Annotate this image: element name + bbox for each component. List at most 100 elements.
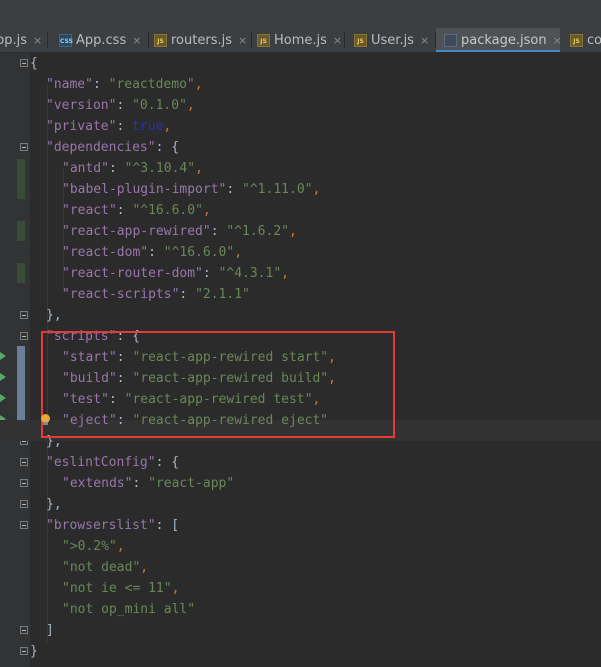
fold-icon[interactable]: [20, 479, 28, 487]
json-string: ">0.2%": [62, 539, 117, 554]
code-line: "name": "reactdemo",: [46, 74, 203, 95]
code-line: "react-dom": "^16.6.0",: [62, 242, 242, 263]
colon: :: [148, 245, 164, 260]
tab-separator: [344, 32, 345, 48]
fold-icon[interactable]: [20, 59, 28, 67]
tab-app-css[interactable]: CSS App.css ×: [55, 28, 149, 52]
json-key: "name": [46, 77, 93, 92]
run-script-icon[interactable]: [0, 394, 6, 402]
annotation-highlight-box: [41, 331, 395, 438]
json-key: "react-router-dom": [62, 266, 203, 281]
close-icon[interactable]: ×: [420, 34, 429, 47]
tab-app-js[interactable]: pp.js ×: [0, 28, 48, 52]
json-key: "eslintConfig": [46, 455, 156, 470]
bracket: [: [171, 518, 180, 533]
run-script-icon[interactable]: [0, 352, 6, 360]
tab-user-js[interactable]: JS User.js ×: [350, 28, 436, 52]
json-key: "babel-plugin-import": [62, 182, 227, 197]
code-line: "react-router-dom": "^4.3.1",: [62, 263, 289, 284]
colon: :: [202, 266, 219, 281]
brace: {: [171, 455, 180, 470]
code-line: "not dead",: [62, 557, 148, 578]
json-string: "^16.6.0": [132, 203, 203, 218]
tab-label: co: [587, 32, 601, 48]
json-string: "0.1.0": [132, 98, 187, 113]
code-line: "version": "0.1.0",: [46, 95, 195, 116]
comma: ,: [140, 560, 149, 575]
colon: :: [155, 518, 172, 533]
tab-package-json[interactable]: package.json ×: [436, 28, 562, 52]
tab-separator: [148, 32, 149, 48]
colon: :: [92, 77, 109, 92]
json-string: "react-app": [148, 476, 235, 491]
code-line: "private": true,: [46, 116, 171, 137]
json-string: "not op_mini all": [62, 602, 196, 617]
json-string: "^3.10.4": [124, 161, 196, 176]
json-key: "react-app-rewired": [62, 224, 211, 239]
js-file-icon: JS: [257, 33, 270, 47]
css-file-icon: CSS: [59, 33, 73, 47]
tab-separator: [47, 32, 48, 48]
js-file-icon: JS: [154, 33, 167, 47]
tab-routers-js[interactable]: JS routers.js ×: [150, 28, 252, 52]
fold-icon[interactable]: [20, 647, 28, 655]
tab-label: User.js: [371, 32, 414, 48]
close-icon[interactable]: ×: [132, 34, 141, 47]
fold-icon[interactable]: [20, 626, 28, 634]
comma: ,: [202, 203, 211, 218]
vcs-added-marker[interactable]: [17, 159, 25, 199]
fold-icon[interactable]: [20, 521, 28, 529]
tab-overflow-file[interactable]: JS co: [566, 28, 601, 52]
tab-label: package.json: [461, 32, 547, 48]
fold-icon[interactable]: [20, 311, 28, 319]
code-line: "react-scripts": "2.1.1": [62, 284, 250, 305]
json-key: "antd": [62, 161, 109, 176]
comma: ,: [281, 266, 289, 281]
brace: }: [30, 644, 38, 659]
vcs-added-marker[interactable]: [17, 221, 25, 241]
code-line: "react-app-rewired": "^1.6.2",: [62, 221, 297, 242]
fold-icon[interactable]: [20, 143, 28, 151]
fold-icon[interactable]: [20, 332, 28, 340]
comma: ,: [163, 119, 172, 134]
colon: :: [108, 161, 125, 176]
comma: ,: [195, 161, 203, 176]
json-key: "browserslist": [46, 518, 156, 533]
comma: ,: [312, 182, 321, 197]
code-line: }: [30, 641, 38, 662]
close-icon[interactable]: ×: [238, 34, 247, 47]
close-icon[interactable]: ×: [553, 34, 562, 47]
comma: ,: [186, 98, 195, 113]
vcs-added-marker[interactable]: [17, 263, 25, 283]
tab-home-js[interactable]: JS Home.js ×: [253, 28, 345, 52]
bulb-base: [43, 422, 48, 425]
code-line: "react": "^16.6.0",: [62, 200, 211, 221]
colon: :: [132, 476, 149, 491]
comma: ,: [234, 245, 243, 260]
json-key: "react-scripts": [62, 287, 180, 302]
colon: :: [226, 182, 243, 197]
json-string: "^1.11.0": [242, 182, 313, 197]
fold-icon[interactable]: [20, 500, 28, 508]
json-string: "^1.6.2": [226, 224, 289, 239]
editor-gutter: [0, 53, 30, 667]
json-boolean: true: [132, 119, 164, 134]
json-string: "2.1.1": [195, 287, 250, 302]
run-script-icon[interactable]: [0, 373, 6, 381]
json-key: "react-dom": [62, 245, 149, 260]
js-file-icon: JS: [570, 33, 583, 47]
colon: :: [116, 119, 133, 134]
json-string: "^4.3.1": [218, 266, 282, 281]
colon: :: [210, 224, 227, 239]
lightbulb-icon[interactable]: [41, 414, 50, 425]
code-line: "dependencies": {: [46, 137, 179, 158]
comma: ,: [171, 581, 180, 596]
colon: :: [116, 98, 133, 113]
close-icon[interactable]: ×: [333, 34, 342, 47]
fold-icon[interactable]: [20, 458, 28, 466]
vcs-modified-marker[interactable]: [17, 346, 25, 430]
code-line: "babel-plugin-import": "^1.11.0",: [62, 179, 320, 200]
close-icon[interactable]: ×: [33, 34, 42, 47]
brace: },: [46, 497, 62, 512]
json-key: "version": [46, 98, 117, 113]
